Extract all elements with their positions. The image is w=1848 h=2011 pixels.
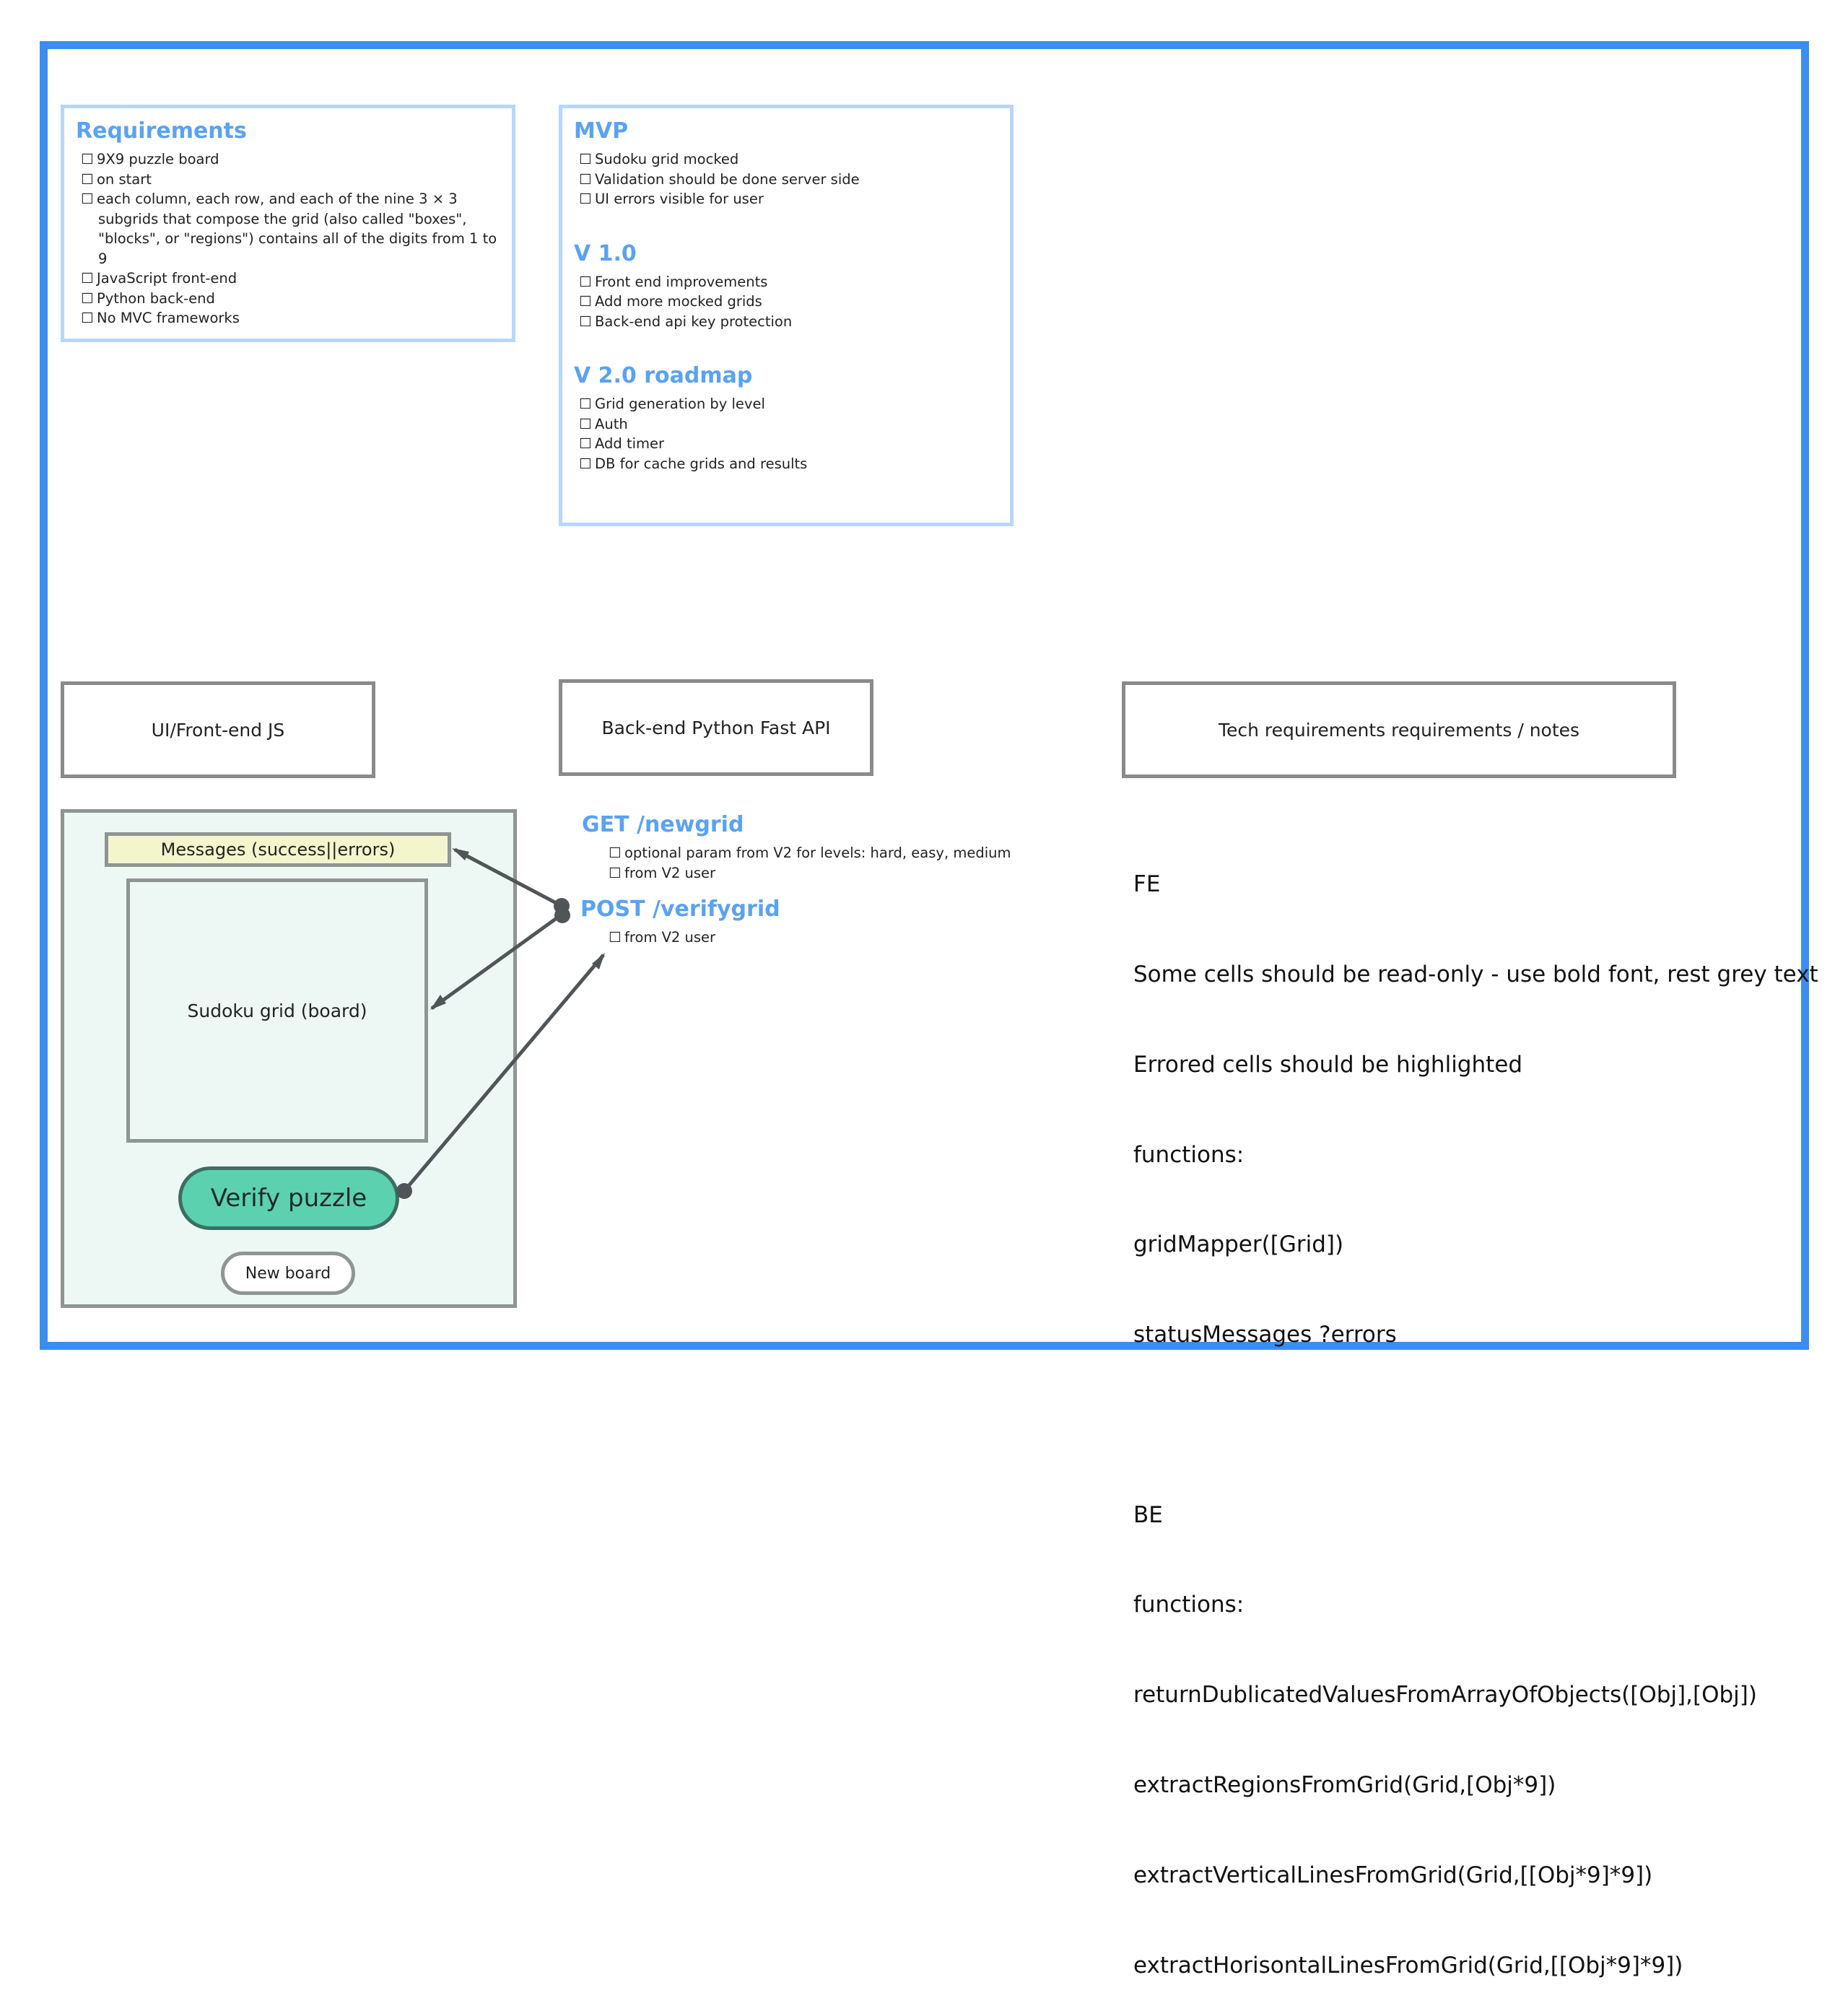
mvp-item: Validation should be done server side [579, 170, 1000, 190]
notes-line: functions: [1133, 1592, 1245, 1618]
notes-line: Some cells should be read-only - use bol… [1133, 961, 1818, 987]
v2-item: Auth [579, 414, 1000, 435]
post-verifygrid-notes: from V2 user [609, 928, 715, 948]
endpoint-note: from V2 user [609, 928, 715, 948]
requirements-list: 9X9 puzzle board on start each column, e… [76, 149, 502, 328]
notes-line: extractVerticalLinesFromGrid(Grid,[[Obj*… [1133, 1862, 1653, 1888]
notes-line: gridMapper([Grid]) [1133, 1231, 1344, 1258]
frontend-header: UI/Front-end JS [61, 681, 375, 778]
requirements-panel: Requirements 9X9 puzzle board on start e… [61, 105, 515, 342]
requirements-item: Python back-end [81, 289, 502, 309]
v2-list: Grid generation by level Auth Add timer … [574, 394, 1000, 474]
endpoint-note: from V2 user [609, 863, 1011, 884]
messages-bar: Messages (success||errors) [105, 832, 451, 867]
notes-line: FE [1133, 871, 1161, 898]
v2-item: Grid generation by level [579, 394, 1000, 414]
notes-line: extractRegionsFromGrid(Grid,[Obj*9]) [1133, 1772, 1556, 1798]
notes-line: statusMessages ?errors [1133, 1322, 1397, 1348]
mvp-item: UI errors visible for user [579, 189, 1000, 209]
v1-item: Add more mocked grids [579, 292, 1000, 312]
post-verifygrid-endpoint: POST /verifygrid [580, 897, 780, 922]
v2-item: Add timer [579, 434, 1000, 454]
mvp-list: Sudoku grid mocked Validation should be … [574, 149, 1000, 209]
v1-item: Back-end api key protection [579, 312, 1000, 332]
notes-line: returnDublicatedValuesFromArrayOfObjects… [1133, 1682, 1757, 1709]
requirements-item: JavaScript front-end [81, 269, 502, 289]
v1-item: Front end improvements [579, 272, 1000, 292]
backend-header: Back-end Python Fast API [559, 679, 873, 776]
tech-notes-header: Tech requirements requirements / notes [1122, 681, 1676, 778]
requirements-item: 9X9 puzzle board [81, 149, 502, 170]
mvp-item: Sudoku grid mocked [579, 149, 1000, 170]
requirements-title: Requirements [76, 118, 247, 144]
notes-line: functions: [1133, 1141, 1245, 1168]
roadmap-panel: MVP Sudoku grid mocked Validation should… [559, 105, 1014, 526]
sudoku-grid-board[interactable]: Sudoku grid (board) [126, 878, 428, 1143]
notes-line [1133, 1410, 1818, 1441]
requirements-item: No MVC frameworks [81, 308, 502, 328]
tech-notes: FE Some cells should be read-only - use … [1133, 810, 1818, 2011]
get-newgrid-notes: optional param from V2 for levels: hard,… [609, 843, 1011, 883]
endpoint-note: optional param from V2 for levels: hard,… [609, 843, 1011, 863]
requirements-item: each column, each row, and each of the n… [81, 189, 502, 269]
notes-line: extractHorisontalLinesFromGrid(Grid,[[Ob… [1133, 1952, 1683, 1979]
v1-title: V 1.0 [574, 240, 637, 266]
notes-line: Errored cells should be highlighted [1133, 1051, 1523, 1078]
mvp-title: MVP [574, 118, 629, 144]
verify-puzzle-button[interactable]: Verify puzzle [178, 1166, 399, 1230]
get-newgrid-endpoint: GET /newgrid [582, 812, 744, 837]
notes-line: BE [1133, 1501, 1163, 1528]
v1-list: Front end improvements Add more mocked g… [574, 272, 1000, 332]
v2-item: DB for cache grids and results [579, 454, 1000, 474]
v2-title: V 2.0 roadmap [574, 363, 753, 388]
new-board-button[interactable]: New board [221, 1252, 355, 1295]
requirements-item: on start [81, 170, 502, 190]
